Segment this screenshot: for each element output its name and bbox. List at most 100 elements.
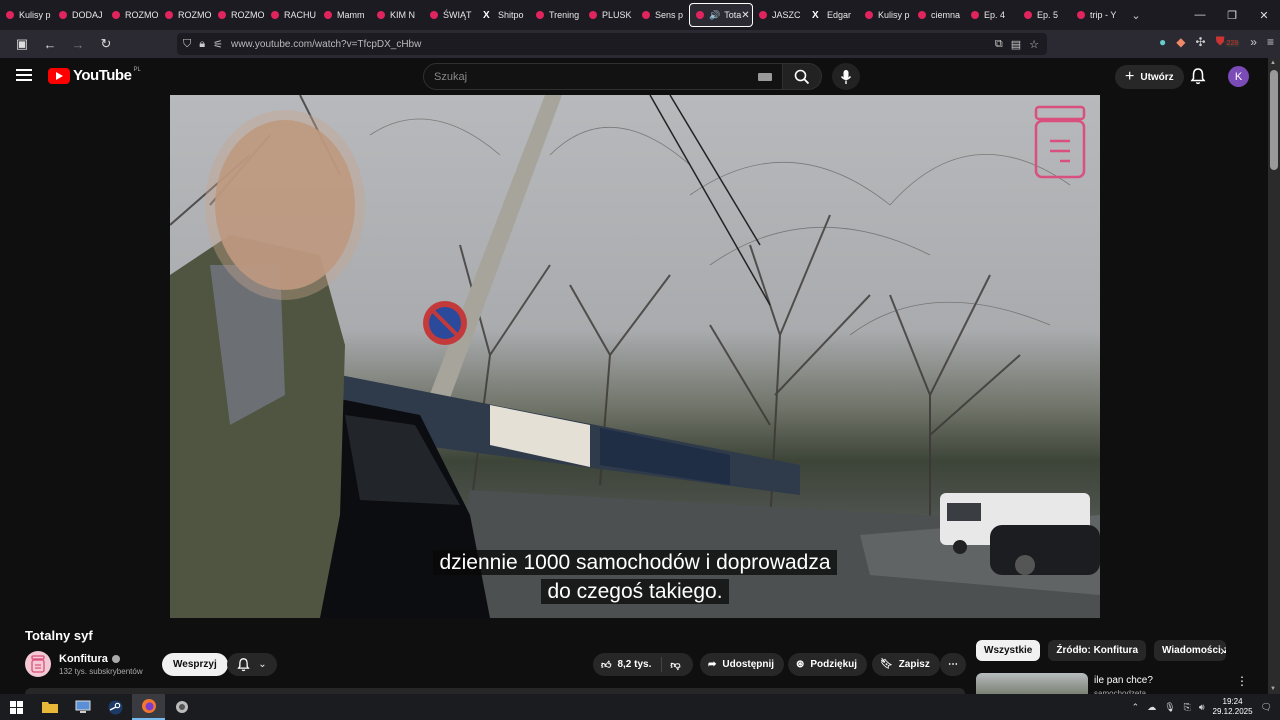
forward-icon[interactable]: → [66,37,90,52]
shield-icon[interactable]: ⛉ [183,38,191,51]
menu-icon[interactable]: ≡ [1267,35,1274,49]
steam-icon[interactable] [99,694,132,720]
tab-list-chevron-icon[interactable]: ⌄ [1124,9,1148,22]
scrollbar-thumb[interactable] [1270,70,1278,170]
onedrive-icon[interactable]: ☁ [1147,702,1156,713]
extension-badge: 228 [1224,40,1241,47]
voice-search-button[interactable] [832,63,860,90]
tray-chevron-up-icon[interactable]: ⌃ [1132,702,1140,713]
browser-tab[interactable]: PLUSK [583,3,636,27]
volume-icon[interactable]: 🔊︎ [1199,702,1205,713]
youtube-favicon-icon [696,11,704,19]
channel-name[interactable]: Konfitura [59,653,120,665]
vpn-extension-icon[interactable]: ● [1159,35,1166,49]
lock-icon[interactable]: 🔒︎ [199,38,205,51]
notifications-button[interactable] [1190,67,1206,90]
browser-tab[interactable]: X Shitpo [477,3,530,27]
hamburger-menu-icon[interactable] [16,69,32,81]
youtube-favicon-icon [324,11,332,19]
chevron-right-icon[interactable]: › [1220,642,1225,658]
search-icon [794,69,810,84]
permissions-icon[interactable]: ⚟ [213,38,223,51]
browser-tab[interactable]: Ep. 5 [1018,3,1071,27]
like-button[interactable]: 👍︎ 8,2 tys. [593,657,663,672]
chip-news[interactable]: Wiadomości ze ś [1154,640,1227,661]
youtube-header: YouTube PL + Utwórz K [0,58,1268,95]
scroll-down-icon[interactable]: ▼ [1270,686,1276,692]
network-icon[interactable]: ⎘ [1184,702,1191,713]
share-button[interactable]: ➦ Udostępnij [700,653,785,676]
more-actions-button[interactable]: ⋯ [940,653,966,676]
create-button[interactable]: + Utwórz [1115,65,1184,89]
browser-tab[interactable]: Mamm [318,3,371,27]
sidebar-toggle-icon[interactable]: ▣ [10,36,34,52]
close-tab-icon[interactable]: ✕ [741,10,749,21]
browser-tab[interactable]: ŚWIĄT [424,3,477,27]
browser-tab[interactable]: ROZMO [159,3,212,27]
browser-tab[interactable]: Ep. 4 [965,3,1018,27]
restore-icon[interactable]: ❐ [1216,9,1248,22]
x-favicon-icon: X [812,9,819,21]
file-explorer-icon[interactable] [33,694,66,720]
search-button[interactable] [782,63,822,90]
url-text[interactable]: www.youtube.com/watch?v=TfcpDX_cHbw [231,39,421,50]
windows-start-icon[interactable] [0,694,33,720]
browser-tab[interactable]: Kulisy p [859,3,912,27]
back-icon[interactable]: ← [38,37,62,52]
reader-view-icon[interactable]: ▤ [1011,38,1021,51]
browser-tab[interactable]: Sens p [636,3,689,27]
notifications-icon[interactable]: 🗨︎ [1261,702,1272,713]
scroll-up-icon[interactable]: ▲ [1270,60,1276,66]
reload-icon[interactable]: ↻ [94,36,118,52]
browser-tab[interactable]: Kulisy p [0,3,53,27]
bookmark-icon: 🔖︎ [880,659,893,670]
chip-all[interactable]: Wszystkie [976,640,1041,661]
save-button[interactable]: 🔖︎ Zapisz [872,653,940,676]
browser-tab[interactable]: X Edgar [806,3,859,27]
browser-tab[interactable]: trip - Y [1071,3,1124,27]
app-icon[interactable] [165,694,198,720]
browser-tab[interactable]: DODAJ [53,3,106,27]
chip-source[interactable]: Źródło: Konfitura [1048,640,1147,661]
microphone-icon[interactable]: 🎙︎ [1164,702,1175,713]
close-window-icon[interactable]: ✕ [1248,9,1280,22]
overflow-chevron-icon[interactable]: » [1250,35,1257,49]
subscription-notifications-button[interactable]: ⌄ [227,653,277,676]
youtube-logo[interactable]: YouTube PL [48,67,141,84]
account-avatar[interactable]: K [1228,66,1249,87]
video-player[interactable]: dziennie 1000 samochodów i doprowadza do… [170,95,1100,618]
firefox-icon[interactable] [132,694,165,720]
keyboard-icon[interactable] [758,72,772,81]
search-box [423,63,783,90]
channel-avatar[interactable] [25,651,51,677]
extensions-puzzle-icon[interactable]: ✣ [1196,35,1206,49]
browser-tab[interactable]: Trening [530,3,583,27]
minimize-icon[interactable]: — [1184,9,1216,22]
youtube-favicon-icon [918,11,926,19]
bookmark-star-icon[interactable]: ☆ [1029,38,1039,51]
browser-tab-active[interactable]: 🔊 Tota ✕ [689,3,753,27]
firefox-extension-icon[interactable]: ◆ [1176,35,1185,49]
picture-in-picture-icon[interactable]: ⧉ [995,38,1003,51]
search-input[interactable] [434,70,734,83]
browser-tab[interactable]: ROZMO [106,3,159,27]
browser-tab[interactable]: ciemna [912,3,965,27]
browser-tab[interactable]: JASZC [753,3,806,27]
recommended-title[interactable]: ile pan chce? [1094,675,1153,686]
address-bar[interactable]: ⛉ 🔒︎ ⚟ www.youtube.com/watch?v=TfcpDX_cH… [177,33,1047,55]
browser-tab[interactable]: ROZMO [212,3,265,27]
support-button[interactable]: Wesprzyj [162,653,228,676]
computer-icon[interactable] [66,694,99,720]
dislike-button[interactable]: 👎︎ [662,659,680,671]
clock[interactable]: 19:24 29.12.2025 [1213,697,1253,717]
browser-tab[interactable]: RACHU [265,3,318,27]
ublock-icon[interactable]: ⛊ 228 [1216,34,1241,49]
more-vertical-icon[interactable]: ⋮ [1236,674,1248,688]
page-scrollbar[interactable]: ▲ ▼ [1268,58,1280,694]
speaker-icon[interactable]: 🔊 [709,10,720,21]
jar-icon [31,655,45,673]
thanks-button[interactable]: ⊛ Podziękuj [788,653,868,676]
youtube-favicon-icon [865,11,873,19]
recommended-thumbnail[interactable] [976,673,1088,694]
browser-tab[interactable]: KIM N [371,3,424,27]
